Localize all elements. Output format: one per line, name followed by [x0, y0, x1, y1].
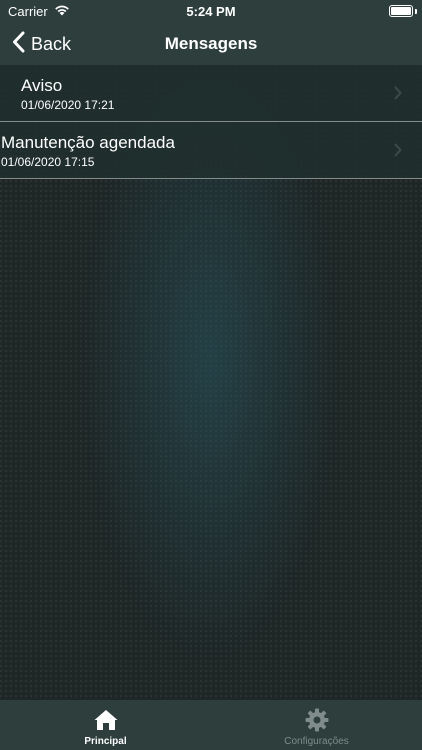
navigation-bar: Back Mensagens [0, 22, 422, 65]
chevron-right-icon [394, 143, 402, 162]
battery-tip [415, 9, 417, 14]
list-item[interactable]: Aviso 01/06/2020 17:21 [0, 65, 422, 122]
battery-icon [389, 5, 413, 17]
message-date: 01/06/2020 17:21 [21, 98, 115, 112]
message-title: Manutenção agendada [1, 133, 175, 152]
message-title: Aviso [21, 76, 63, 95]
list-item-text: Manutenção agendada 01/06/2020 17:15 [1, 132, 175, 169]
home-icon [93, 708, 119, 732]
battery-level [391, 7, 411, 15]
list-item-text: Aviso 01/06/2020 17:21 [21, 75, 114, 112]
gear-icon [305, 708, 329, 732]
tab-configuracoes[interactable]: Configurações [211, 700, 422, 750]
list-item[interactable]: Manutenção agendada 01/06/2020 17:15 [0, 122, 422, 179]
tab-label: Configurações [284, 736, 349, 747]
status-time: 5:24 PM [186, 4, 236, 19]
message-date: 01/06/2020 17:15 [1, 155, 95, 169]
chevron-right-icon [394, 86, 402, 105]
message-list: Aviso 01/06/2020 17:21 Manutenção agenda… [0, 65, 422, 179]
tab-principal[interactable]: Principal [0, 700, 211, 750]
page-title: Mensagens [164, 34, 258, 53]
tab-label: Principal [84, 736, 127, 747]
tab-bar: Principal Configurações [0, 700, 422, 750]
status-bar: Carrier 5:24 PM [0, 0, 422, 22]
